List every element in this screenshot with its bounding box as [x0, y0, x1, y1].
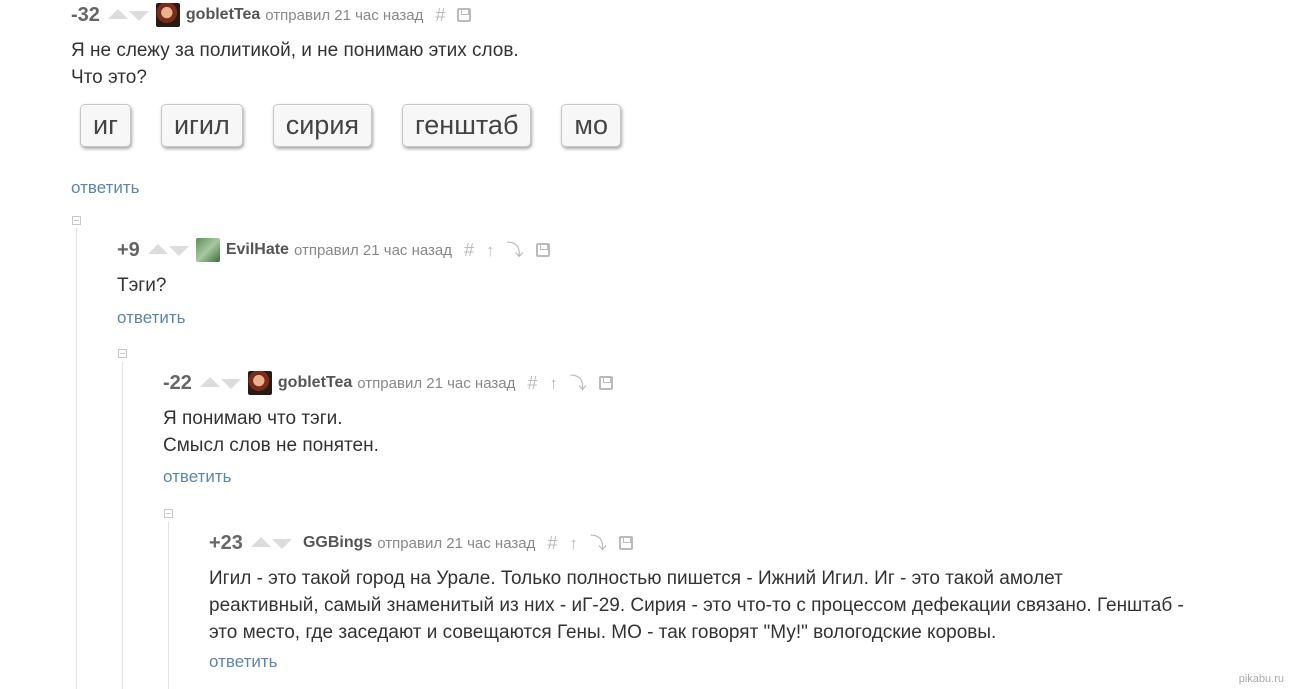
vote-up-icon[interactable] [250, 537, 271, 547]
vote-down-icon[interactable] [168, 246, 189, 256]
comment-body: Я не слежу за политикой, и не понимаю эт… [71, 37, 519, 91]
save-icon[interactable] [535, 243, 550, 257]
rating: -22 [163, 371, 192, 394]
reply-link[interactable]: ответить [163, 467, 232, 487]
comment-line: Смысл слов не понятен. [163, 435, 379, 456]
thread-branch-icon[interactable]: ⤵ [590, 535, 607, 552]
collapse-toggle-icon[interactable] [72, 216, 81, 225]
reply-link[interactable]: ответить [71, 178, 140, 198]
comment-line: Что это? [71, 67, 147, 88]
comment-line: это место, где заседают и совещаются Ген… [209, 622, 997, 643]
rating: +9 [117, 238, 140, 261]
comment-line: реактивный, самый знаменитый из них - иГ… [209, 595, 1184, 616]
comment-GGBings: +23 GGBings отправил 21 час назад # ↑ ⤵ … [209, 531, 1184, 672]
save-icon[interactable] [598, 376, 613, 390]
parent-comment-icon[interactable]: ↑ [549, 375, 558, 392]
watermark: pikabu.ru [1238, 673, 1284, 685]
comment-body: Игил - это такой город на Урале. Только … [209, 565, 1184, 646]
comment-line: Игил - это такой город на Урале. Только … [209, 568, 1063, 589]
timestamp: отправил 21 час назад [357, 374, 516, 392]
username[interactable]: gobletTea [278, 374, 352, 392]
thread-line-3 [168, 522, 169, 689]
reply-link[interactable]: ответить [117, 308, 186, 328]
username[interactable]: GGBings [303, 534, 372, 552]
permalink-icon[interactable]: # [547, 534, 557, 552]
username[interactable]: gobletTea [186, 6, 260, 24]
vote-up-icon[interactable] [147, 244, 168, 254]
tag-chip: иг [80, 104, 131, 147]
username[interactable]: EvilHate [226, 241, 289, 259]
thread-line-1 [76, 228, 77, 689]
comment-header: -22 gobletTea отправил 21 час назад # ↑ … [163, 371, 613, 395]
vote-up-icon[interactable] [107, 9, 128, 19]
thread-line-2 [122, 362, 123, 689]
save-icon[interactable] [618, 536, 633, 550]
timestamp: отправил 21 час назад [293, 241, 453, 259]
vote-down-icon[interactable] [271, 539, 292, 549]
permalink-icon[interactable]: # [527, 374, 537, 392]
collapse-toggle-icon[interactable] [164, 509, 173, 518]
tag-chip: сирия [272, 104, 373, 147]
comment-header: +23 GGBings отправил 21 час назад # ↑ ⤵ [209, 531, 1184, 555]
avatar[interactable] [195, 238, 220, 262]
thread-branch-icon[interactable]: ⤵ [507, 242, 524, 259]
tag-chip: генштаб [402, 104, 532, 147]
parent-comment-icon[interactable]: ↑ [486, 242, 495, 259]
comment-gobletTea-1: -32 gobletTea отправил 21 час назад # Я … [71, 3, 519, 91]
vote-up-icon[interactable] [199, 377, 220, 387]
tag-chip: игил [160, 104, 243, 147]
permalink-icon[interactable]: # [464, 241, 474, 259]
rating: +23 [209, 531, 243, 554]
comment-line: Я понимаю что тэги. [163, 408, 343, 429]
collapse-toggle-icon[interactable] [118, 349, 127, 358]
tag-chip: мо [561, 104, 622, 147]
tag-image: иг игил сирия генштаб мо [80, 104, 622, 147]
thread-branch-icon[interactable]: ⤵ [570, 375, 587, 392]
vote-down-icon[interactable] [220, 379, 241, 389]
timestamp: отправил 21 час назад [377, 534, 536, 552]
comment-header: -32 gobletTea отправил 21 час назад # [71, 3, 519, 27]
avatar[interactable] [247, 371, 272, 395]
parent-comment-icon[interactable]: ↑ [569, 535, 578, 552]
comment-line: Я не слежу за политикой, и не понимаю эт… [71, 40, 519, 61]
comment-body: Тэги? [117, 272, 550, 299]
timestamp: отправил 21 час назад [265, 6, 424, 24]
rating: -32 [71, 3, 100, 26]
avatar[interactable] [155, 3, 180, 27]
comment-gobletTea-2: -22 gobletTea отправил 21 час назад # ↑ … [163, 371, 613, 487]
save-icon[interactable] [457, 8, 472, 22]
vote-down-icon[interactable] [128, 11, 149, 21]
comment-line: Тэги? [117, 275, 167, 296]
comment-body: Я понимаю что тэги. Смысл слов не поняте… [163, 405, 613, 459]
reply-link[interactable]: ответить [209, 652, 278, 672]
permalink-icon[interactable]: # [435, 6, 445, 24]
comment-header: +9 EvilHate отправил 21 час назад # ↑ ⤵ [117, 238, 550, 262]
comment-EvilHate: +9 EvilHate отправил 21 час назад # ↑ ⤵ … [117, 238, 550, 328]
